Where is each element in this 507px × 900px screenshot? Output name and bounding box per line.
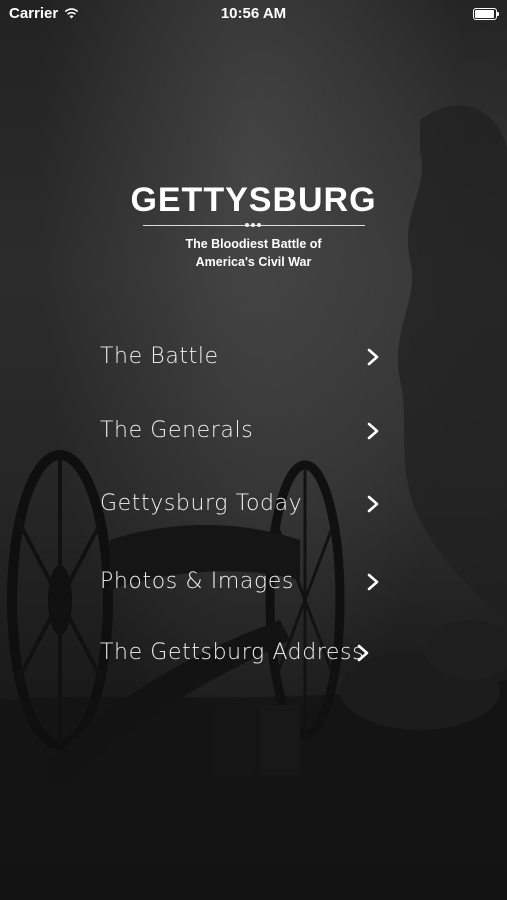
- menu-item-label: The Generals: [100, 418, 254, 443]
- status-bar: Carrier 10:56 AM: [0, 0, 507, 28]
- menu-item-label: Photos & Images: [100, 569, 294, 594]
- chevron-right-icon: [367, 495, 379, 513]
- menu-item-label: Gettysburg Today: [100, 491, 303, 516]
- menu-item-photos-images[interactable]: Photos & Images: [100, 562, 380, 602]
- chevron-right-icon: [367, 348, 379, 366]
- app-title: GETTYSBURG: [130, 181, 377, 219]
- menu-item-gettysburg-address[interactable]: The Gettsburg Address: [100, 633, 370, 673]
- app-tagline: The Bloodiest Battle of America's Civil …: [185, 237, 322, 269]
- menu-item-label: The Gettsburg Address: [100, 640, 365, 665]
- menu-item-the-battle[interactable]: The Battle: [100, 337, 380, 377]
- menu-item-the-generals[interactable]: The Generals: [100, 411, 380, 451]
- title-divider: [142, 222, 365, 232]
- menu-item-gettysburg-today[interactable]: Gettysburg Today: [100, 484, 380, 524]
- title-block: GETTYSBURG The Bloodiest Battle of Ameri…: [0, 178, 507, 271]
- chevron-right-icon: [367, 573, 379, 591]
- chevron-right-icon: [357, 644, 369, 662]
- status-time: 10:56 AM: [220, 5, 287, 22]
- chevron-right-icon: [367, 422, 379, 440]
- battery-icon: [473, 8, 499, 20]
- menu-item-label: The Battle: [100, 344, 219, 369]
